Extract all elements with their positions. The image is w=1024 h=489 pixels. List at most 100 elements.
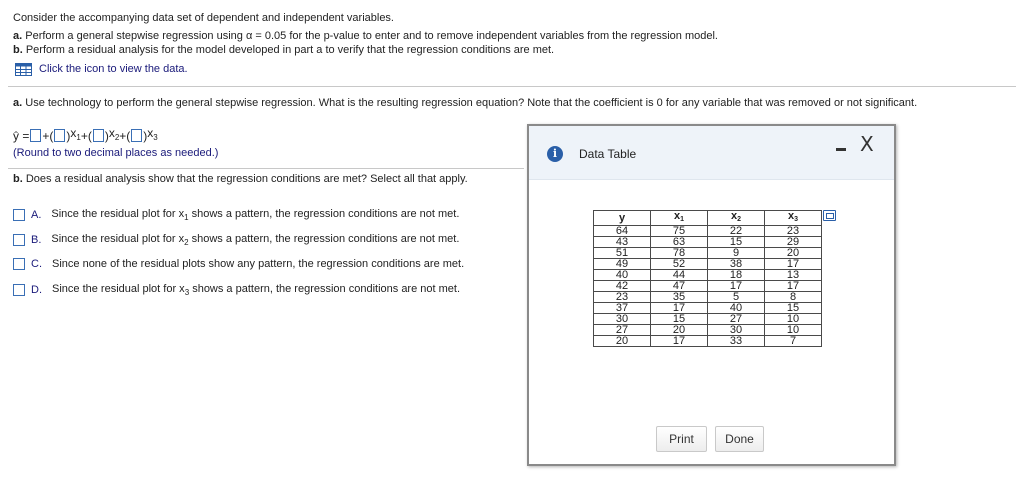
option-letter: B. <box>31 234 42 246</box>
question-a: a. Use technology to perform the general… <box>13 96 917 110</box>
option-b-checkbox[interactable] <box>13 234 25 246</box>
table-cell: 27 <box>707 313 765 325</box>
option-c[interactable]: C. Since none of the residual plots show… <box>13 258 464 270</box>
coef-x1-input[interactable] <box>54 129 66 142</box>
info-icon: i <box>547 146 563 162</box>
table-row: 40 44 18 13 <box>593 269 822 281</box>
table-cell: 20 <box>650 324 708 336</box>
plus-sign: + <box>119 128 127 143</box>
table-cell: 43 <box>593 236 651 248</box>
option-b[interactable]: B. Since the residual plot for x2 shows … <box>13 233 459 247</box>
column-header-y: y <box>593 210 651 226</box>
x1-var: x1 <box>70 126 81 142</box>
table-cell: 15 <box>707 236 765 248</box>
print-button[interactable]: Print <box>656 426 707 452</box>
table-cell: 10 <box>764 324 822 336</box>
table-cell: 5 <box>707 291 765 303</box>
table-row: 43 63 15 29 <box>593 236 822 248</box>
plus-sign: + <box>80 128 88 143</box>
data-table-container: y x1 x2 x3 64 75 22 23 43 63 15 29 51 78 9 20 49 52 38… <box>593 210 822 347</box>
table-cell: 20 <box>764 247 822 259</box>
table-header-row: y x1 x2 x3 <box>593 210 822 226</box>
table-row: 64 75 22 23 <box>593 225 822 237</box>
part-a-label: a. <box>13 30 23 42</box>
minimize-button[interactable] <box>836 148 846 151</box>
problem-intro: Consider the accompanying data set of de… <box>13 12 394 24</box>
option-text: Since the residual plot for x2 shows a p… <box>51 233 460 247</box>
table-cell: 27 <box>593 324 651 336</box>
option-a[interactable]: A. Since the residual plot for x1 shows … <box>13 208 459 222</box>
table-cell: 63 <box>650 236 708 248</box>
option-text: Since the residual plot for x3 shows a p… <box>52 283 461 297</box>
table-cell: 22 <box>707 225 765 237</box>
dialog-header: i Data Table X <box>529 126 894 180</box>
done-button[interactable]: Done <box>715 426 764 452</box>
table-cell: 8 <box>764 291 822 303</box>
table-cell: 20 <box>593 335 651 347</box>
column-header-x2: x2 <box>707 210 765 226</box>
table-cell: 51 <box>593 247 651 259</box>
coef-x3-input[interactable] <box>131 129 143 142</box>
table-cell: 17 <box>764 280 822 292</box>
option-d[interactable]: D. Since the residual plot for x3 shows … <box>13 283 460 297</box>
question-a-text: Use technology to perform the general st… <box>22 97 918 109</box>
table-cell: 10 <box>764 313 822 325</box>
table-cell: 37 <box>593 302 651 314</box>
section-divider <box>8 168 524 169</box>
table-cell: 15 <box>650 313 708 325</box>
data-table: y x1 x2 x3 64 75 22 23 43 63 15 29 51 78 9 20 49 52 38… <box>593 210 822 347</box>
view-data-link[interactable]: Click the icon to view the data. <box>15 62 188 76</box>
table-cell: 13 <box>764 269 822 281</box>
close-button[interactable]: X <box>860 134 874 154</box>
table-cell: 30 <box>707 324 765 336</box>
table-cell: 40 <box>707 302 765 314</box>
table-cell: 15 <box>764 302 822 314</box>
x2-var: x2 <box>108 126 120 142</box>
option-c-checkbox[interactable] <box>13 258 25 270</box>
part-b-label: b. <box>13 44 23 56</box>
dialog-title: Data Table <box>579 147 637 161</box>
table-cell: 64 <box>593 225 651 237</box>
coef-x2-input[interactable] <box>92 129 104 142</box>
option-text: Since the residual plot for x1 shows a p… <box>51 208 460 222</box>
question-b-label: b. <box>13 173 23 185</box>
table-cell: 23 <box>764 225 822 237</box>
open-paren: ( <box>87 128 92 143</box>
table-cell: 17 <box>764 258 822 270</box>
table-cell: 35 <box>650 291 708 303</box>
data-table-icon[interactable] <box>15 62 32 76</box>
rounding-note: (Round to two decimal places as needed.) <box>13 147 219 159</box>
table-row: 42 47 17 17 <box>593 280 822 292</box>
data-table-dialog: i Data Table X y x1 x2 x3 64 75 22 23 43 63 15… <box>527 124 896 466</box>
table-row: 30 15 27 10 <box>593 313 822 325</box>
x3-var: x3 <box>147 126 158 142</box>
intercept-input[interactable] <box>30 129 42 142</box>
table-cell: 18 <box>707 269 765 281</box>
open-paren: ( <box>49 128 54 143</box>
column-header-x1: x1 <box>650 210 708 226</box>
table-cell: 29 <box>764 236 822 248</box>
equation-lhs: ŷ = <box>13 128 30 143</box>
column-header-x3: x3 <box>764 210 822 226</box>
table-cell: 30 <box>593 313 651 325</box>
table-cell: 52 <box>650 258 708 270</box>
copy-icon[interactable] <box>823 210 836 221</box>
section-divider <box>8 86 1016 87</box>
table-cell: 40 <box>593 269 651 281</box>
question-b-text: Does a residual analysis show that the r… <box>22 173 468 185</box>
table-row: 20 17 33 7 <box>593 335 822 347</box>
option-d-checkbox[interactable] <box>13 284 25 296</box>
table-cell: 42 <box>593 280 651 292</box>
table-cell: 9 <box>707 247 765 259</box>
question-b: b. Does a residual analysis show that th… <box>13 172 468 186</box>
table-cell: 17 <box>650 302 708 314</box>
table-cell: 23 <box>593 291 651 303</box>
table-row: 51 78 9 20 <box>593 247 822 259</box>
table-row: 23 35 5 8 <box>593 291 822 303</box>
table-cell: 38 <box>707 258 765 270</box>
view-data-text[interactable]: Click the icon to view the data. <box>39 62 188 76</box>
part-b-instruction: b. Perform a residual analysis for the m… <box>13 43 554 57</box>
option-a-checkbox[interactable] <box>13 209 25 221</box>
table-body: 64 75 22 23 43 63 15 29 51 78 9 20 49 52 38 17 40 44 18 13 4… <box>593 225 822 347</box>
table-cell: 78 <box>650 247 708 259</box>
